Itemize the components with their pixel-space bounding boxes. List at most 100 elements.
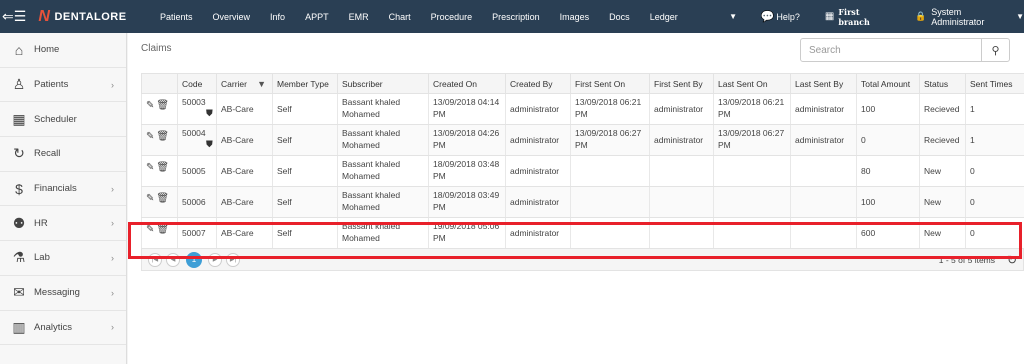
sidebar-item-label: Analytics: [34, 321, 73, 333]
nav-procedure[interactable]: Procedure: [421, 0, 483, 33]
nav-chart[interactable]: Chart: [379, 0, 421, 33]
edit-icon[interactable]: ✎: [146, 162, 154, 173]
last-page-button[interactable]: ▶|: [226, 252, 240, 267]
column-header-first-sent-by[interactable]: First Sent By: [649, 73, 714, 94]
cell-carrier: AB-Care: [216, 217, 273, 249]
cell-created-on: 13/09/2018 04:26 PM: [428, 124, 506, 156]
search-input[interactable]: [801, 39, 981, 61]
sidebar-item-patients[interactable]: ♙ Patients ›: [0, 68, 126, 103]
table-row[interactable]: ✎ 🗑 50005 AB-Care Self Bassant khaled Moh…: [141, 155, 1024, 187]
row-actions: ✎ 🗑: [141, 155, 178, 187]
chevron-down-icon: ▼: [1016, 12, 1024, 21]
sidebar-item-hr[interactable]: ⚉ HR ›: [0, 206, 126, 242]
brand-name: DENTALORE: [54, 10, 127, 23]
sidebar-item-label: Messaging: [34, 287, 80, 299]
column-header-actions: [141, 73, 178, 94]
flask-icon: ⚗: [12, 249, 26, 266]
column-header-member-type[interactable]: Member Type: [272, 73, 338, 94]
first-page-button[interactable]: |◀: [148, 252, 162, 267]
table-row[interactable]: ✎ 🗑 50006 AB-Care Self Bassant khaled Moh…: [141, 186, 1024, 218]
edit-icon[interactable]: ✎: [146, 100, 154, 111]
cell-subscriber: Bassant khaled Mohamed: [337, 186, 429, 218]
nav-patients[interactable]: Patients: [150, 0, 203, 33]
trash-icon[interactable]: 🗑: [156, 193, 169, 204]
cell-last-sent-by: [790, 155, 857, 187]
cell-carrier: AB-Care: [216, 124, 273, 156]
cell-first-sent-on: 13/09/2018 06:21 PM: [570, 93, 650, 125]
nav-ledger[interactable]: Ledger: [640, 0, 688, 33]
more-caret-icon[interactable]: ▼: [726, 12, 741, 21]
prev-page-button[interactable]: ◀: [166, 252, 180, 267]
table-row[interactable]: ✎ 🗑 50003 ⛊ AB-Care Self Bassant khaled Mo…: [141, 93, 1024, 125]
column-header-code[interactable]: Code: [177, 73, 217, 94]
chevron-right-icon: ›: [111, 287, 114, 298]
nav-prescription[interactable]: Prescription: [482, 0, 550, 33]
cell-subscriber: Bassant khaled Mohamed: [337, 217, 429, 249]
sidebar-item-financials[interactable]: $ Financials ›: [0, 172, 126, 207]
refresh-icon[interactable]: ↻: [1007, 253, 1017, 267]
sidebar-item-home[interactable]: ⌂ Home: [0, 33, 126, 68]
row-actions: ✎ 🗑: [141, 186, 178, 218]
envelope-icon: ✉: [13, 284, 25, 301]
column-header-first-sent-on[interactable]: First Sent On: [570, 73, 650, 94]
cell-subscriber: Bassant khaled Mohamed: [337, 155, 429, 187]
cell-status: New: [919, 217, 966, 249]
user-menu[interactable]: 🔒 System Administrator ▼: [915, 7, 1024, 27]
column-header-created-on[interactable]: Created On: [428, 73, 506, 94]
column-header-total-amount[interactable]: Total Amount: [856, 73, 920, 94]
cell-sent-times: 0: [965, 186, 1024, 218]
chevron-right-icon: ›: [111, 183, 114, 194]
current-page-button[interactable]: 1: [186, 251, 202, 268]
sidebar: ⌂ Home ♙ Patients › ▦ Scheduler ↻ Recall…: [0, 33, 127, 364]
nav-images[interactable]: Images: [550, 0, 600, 33]
cell-subscriber: Bassant khaled Mohamed: [337, 124, 429, 156]
cell-code: 50005: [177, 155, 217, 187]
trash-icon[interactable]: 🗑: [156, 131, 169, 142]
column-header-last-sent-by[interactable]: Last Sent By: [790, 73, 857, 94]
sidebar-item-messaging[interactable]: ✉ Messaging ›: [0, 276, 126, 311]
brand-logo[interactable]: N DENTALORE: [28, 8, 150, 26]
help-link[interactable]: 💬 Help?: [761, 10, 800, 23]
trash-icon[interactable]: 🗑: [156, 100, 169, 111]
trash-icon[interactable]: 🗑: [156, 162, 169, 173]
edit-icon[interactable]: ✎: [146, 224, 154, 235]
help-chat-icon: 💬: [760, 11, 775, 23]
column-header-sent-times[interactable]: Sent Times: [965, 73, 1024, 94]
column-header-subscriber[interactable]: Subscriber: [337, 73, 429, 94]
sidebar-item-lab[interactable]: ⚗ Lab ›: [0, 241, 126, 276]
code-value: 50003: [182, 97, 206, 107]
nav-emr[interactable]: EMR: [339, 0, 379, 33]
column-header-last-sent-on[interactable]: Last Sent On: [713, 73, 791, 94]
column-header-carrier[interactable]: Carrier ▼: [216, 73, 273, 94]
cell-last-sent-on: 13/09/2018 06:21 PM: [713, 93, 791, 125]
table-row[interactable]: ✎ 🗑 50004 ⛊ AB-Care Self Bassant khaled Mo…: [141, 124, 1024, 156]
hamburger-icon[interactable]: ⇐☰: [0, 0, 28, 33]
nav-overview[interactable]: Overview: [203, 0, 261, 33]
sidebar-item-recall[interactable]: ↻ Recall: [0, 137, 126, 172]
nav-docs[interactable]: Docs: [599, 0, 640, 33]
page-title: Claims: [141, 43, 172, 54]
search-button[interactable]: ⚲: [981, 39, 1009, 61]
cell-last-sent-by: [790, 217, 857, 249]
help-label: Help?: [776, 11, 800, 22]
edit-icon[interactable]: ✎: [146, 131, 154, 142]
cell-carrier: AB-Care: [216, 93, 273, 125]
column-header-status[interactable]: Status: [919, 73, 966, 94]
cell-member-type: Self: [272, 124, 338, 156]
cell-total-amount: 600: [856, 217, 920, 249]
sidebar-item-analytics[interactable]: ▥ Analytics ›: [0, 311, 126, 346]
table-row[interactable]: ✎ 🗑 50007 AB-Care Self Bassant khaled Moh…: [141, 217, 1024, 249]
cell-total-amount: 100: [856, 186, 920, 218]
nav-info[interactable]: Info: [260, 0, 295, 33]
next-page-button[interactable]: ▶: [208, 252, 222, 267]
table-header-row: Code Carrier ▼ Member Type Subscriber Cr…: [141, 73, 1024, 94]
nav-appt[interactable]: APPT: [295, 0, 339, 33]
column-header-created-by[interactable]: Created By: [505, 73, 571, 94]
sidebar-item-scheduler[interactable]: ▦ Scheduler: [0, 102, 126, 138]
edit-icon[interactable]: ✎: [146, 193, 154, 204]
branch-selector[interactable]: ▦ First branch: [825, 7, 890, 27]
users-icon: ⚉: [12, 214, 26, 231]
cell-created-on: 18/09/2018 03:48 PM: [428, 155, 506, 187]
trash-icon[interactable]: 🗑: [156, 224, 169, 235]
filter-icon[interactable]: ▼: [257, 79, 266, 89]
